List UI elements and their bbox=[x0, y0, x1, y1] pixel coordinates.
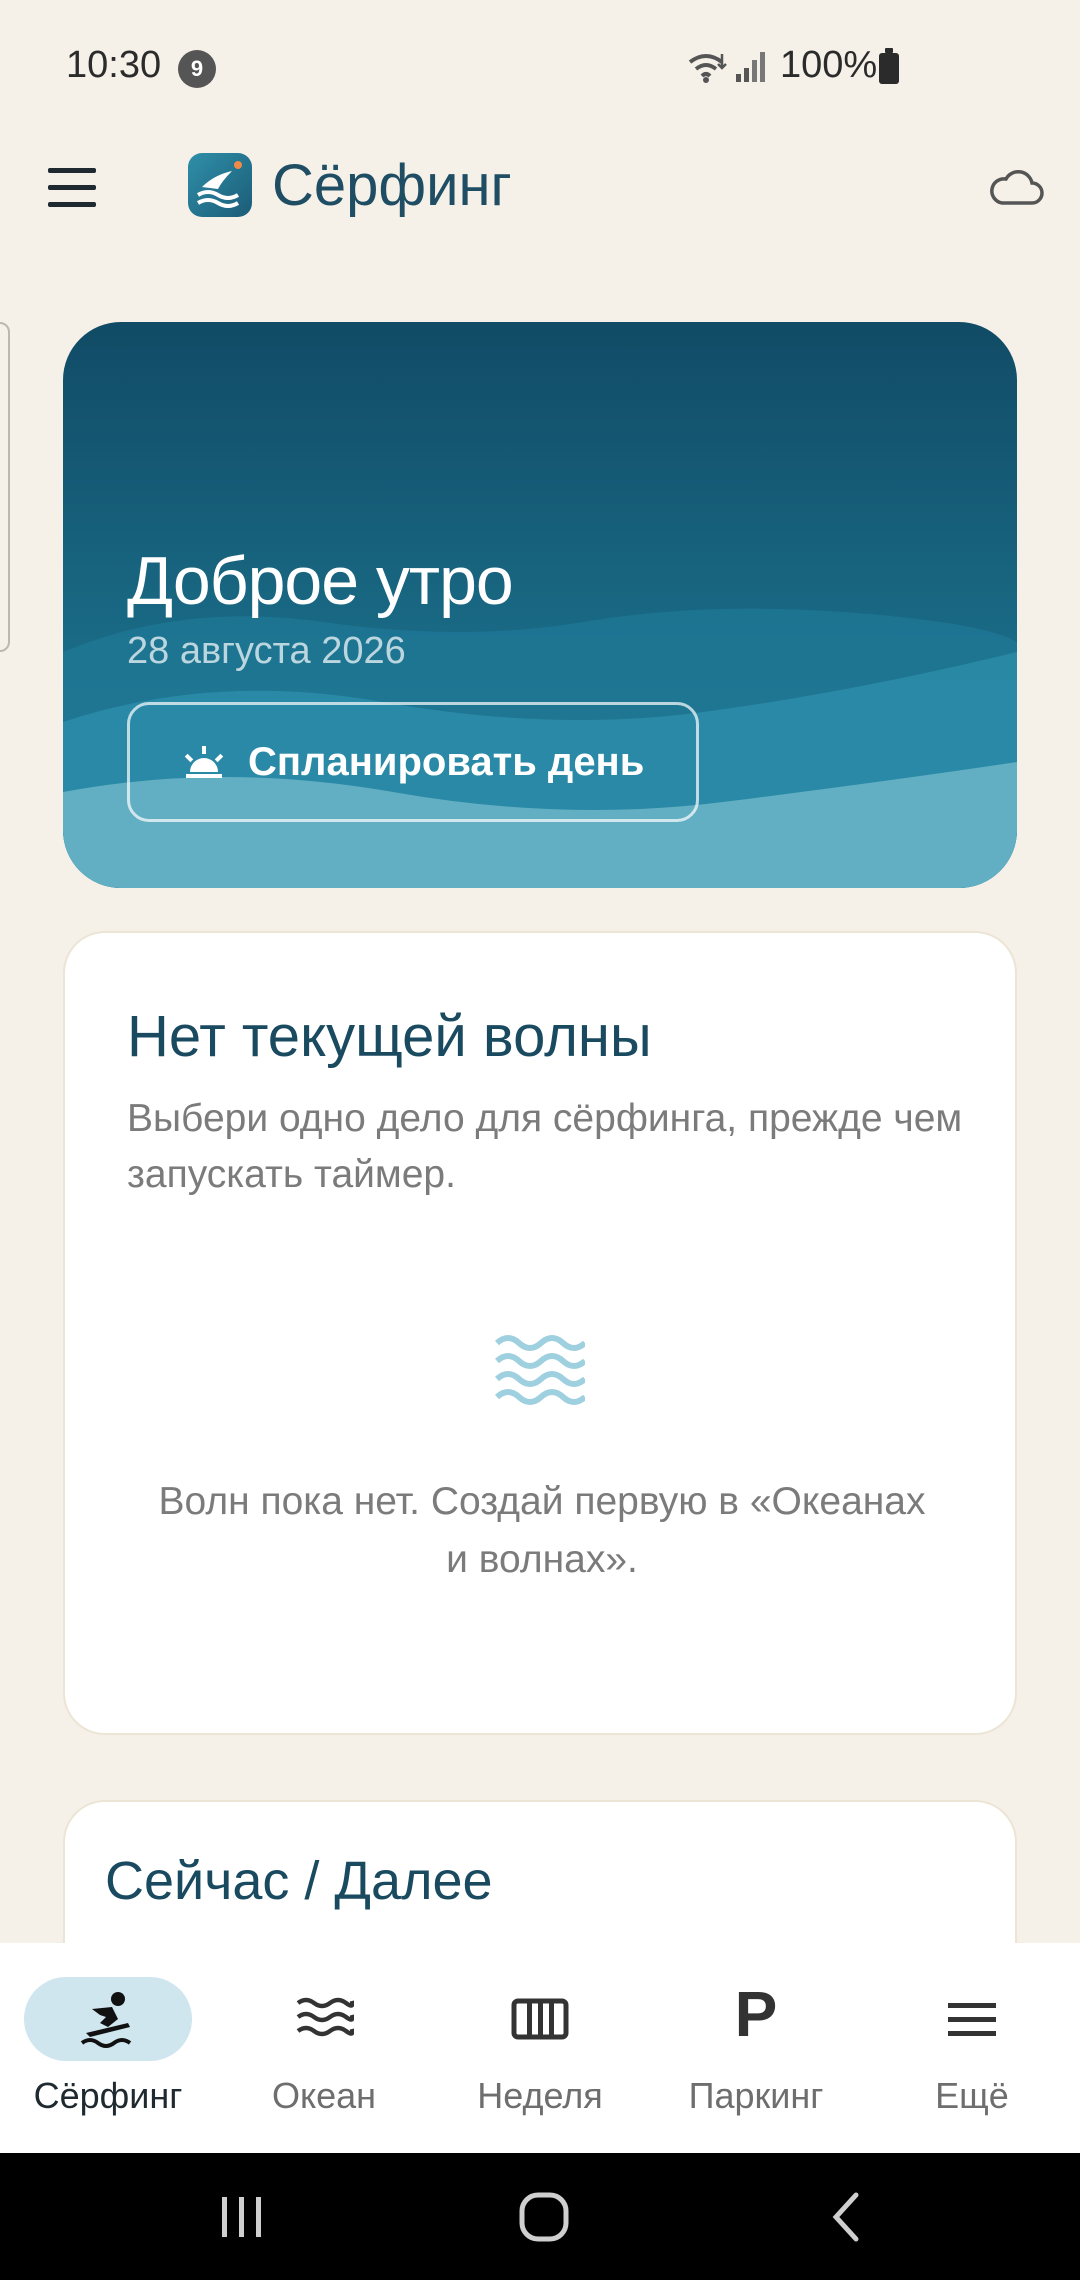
bottom-navigation: Сёрфинг Океан Неделя P Паркинг Ещё bbox=[0, 1943, 1080, 2153]
empty-waves-message: Волн пока нет. Создай первую в «Океанах … bbox=[158, 1480, 926, 1581]
nav-label-week: Неделя bbox=[477, 2075, 603, 2116]
sunrise-icon bbox=[184, 746, 224, 778]
nav-item-ocean[interactable]: Океан bbox=[216, 1943, 432, 2153]
nav-item-week[interactable]: Неделя bbox=[432, 1943, 648, 2153]
signal-icon bbox=[736, 52, 765, 82]
current-wave-title: Нет текущей волны bbox=[127, 1004, 652, 1069]
app-title: Сёрфинг bbox=[272, 153, 512, 218]
waves-icon bbox=[296, 1997, 354, 2037]
current-wave-subtitle: Выбери одно дело для сёрфинга, прежде че… bbox=[127, 1097, 963, 1196]
parking-icon: P bbox=[734, 1978, 778, 2050]
week-columns-icon bbox=[511, 1998, 569, 2040]
greeting-title: Доброе утро bbox=[127, 543, 514, 619]
now-next-title: Сейчас / Далее bbox=[105, 1851, 493, 1911]
plan-day-button[interactable]: Спланировать день bbox=[127, 702, 699, 822]
notification-count-badge: 9 bbox=[178, 50, 216, 88]
hamburger-menu-icon[interactable] bbox=[48, 168, 98, 208]
nav-item-more[interactable]: Ещё bbox=[864, 1943, 1080, 2153]
plan-day-button-label: Спланировать день bbox=[248, 739, 645, 784]
app-bar: Сёрфинг bbox=[0, 135, 1080, 240]
nav-label-ocean: Океан bbox=[271, 2075, 377, 2116]
nav-item-parking[interactable]: P Паркинг bbox=[648, 1943, 864, 2153]
recent-apps-icon[interactable] bbox=[212, 2187, 272, 2247]
cloud-sync-icon[interactable] bbox=[988, 165, 1044, 209]
status-time: 10:30 bbox=[66, 44, 162, 86]
nav-label-surfing: Сёрфинг bbox=[33, 2075, 183, 2116]
more-menu-icon bbox=[948, 2003, 996, 2036]
surfer-icon bbox=[80, 1992, 132, 2048]
wifi-icon bbox=[688, 54, 727, 83]
greeting-hero-card: Доброе утро 28 августа 2026 Спланировать… bbox=[63, 322, 1017, 888]
current-wave-card: Нет текущей волны Выбери одно дело для с… bbox=[63, 931, 1017, 1735]
waves-empty-icon bbox=[495, 1335, 585, 1405]
system-navigation-bar bbox=[0, 2153, 1080, 2280]
app-logo bbox=[188, 153, 252, 217]
status-bar: 10:30 9 100% bbox=[0, 0, 1080, 135]
back-icon[interactable] bbox=[818, 2187, 878, 2247]
nav-label-parking: Паркинг bbox=[688, 2075, 824, 2116]
battery-icon bbox=[879, 48, 899, 84]
home-icon[interactable] bbox=[514, 2187, 574, 2247]
greeting-date: 28 августа 2026 bbox=[127, 630, 406, 672]
battery-percentage: 100% bbox=[780, 44, 878, 86]
edge-panel-handle[interactable] bbox=[0, 322, 10, 652]
nav-item-surfing[interactable]: Сёрфинг bbox=[0, 1943, 216, 2153]
nav-label-more: Ещё bbox=[935, 2075, 1009, 2116]
